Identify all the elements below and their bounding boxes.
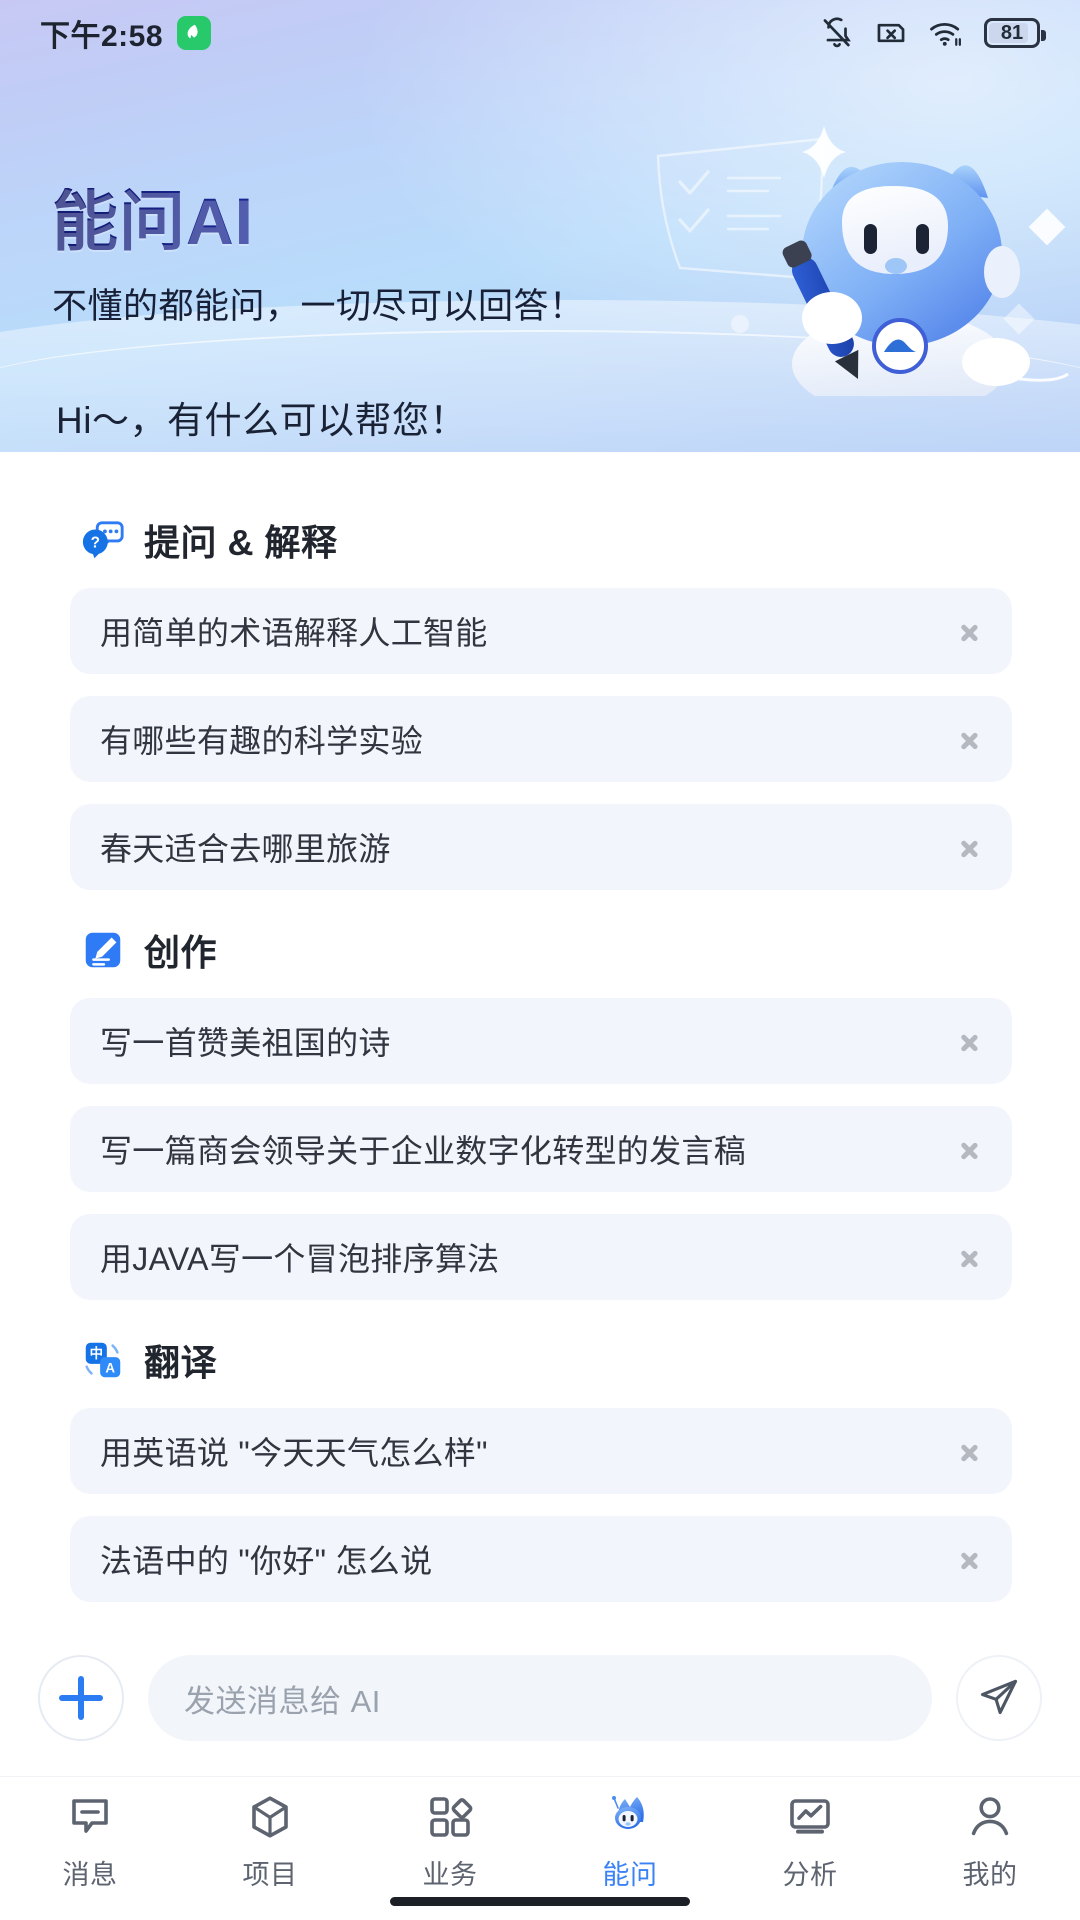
tab-label: 业务 — [422, 1860, 478, 1890]
suggestion-item[interactable]: 写一篇商会领导关于企业数字化转型的发言稿 — [70, 1106, 1012, 1192]
section-header-create: 创作 — [80, 924, 1012, 976]
svg-text:?: ? — [91, 535, 100, 552]
chevron-right-icon — [960, 830, 980, 864]
leaf-icon — [177, 16, 212, 50]
tab-ai-assistant[interactable]: 能问 — [540, 1791, 720, 1892]
message-bubble-icon — [66, 1791, 114, 1843]
home-indicator — [390, 1897, 690, 1906]
bell-off-icon — [820, 16, 854, 50]
send-button[interactable] — [956, 1655, 1042, 1741]
suggestion-item[interactable]: 写一首赞美祖国的诗 — [70, 998, 1012, 1084]
plus-icon — [59, 1676, 103, 1720]
suggestion-label: 法语中的 "你好" 怎么说 — [100, 1543, 433, 1579]
wifi-icon — [928, 16, 964, 50]
suggestion-item[interactable]: 有哪些有趣的科学实验 — [70, 696, 1012, 782]
message-input[interactable]: 发送消息给 AI — [148, 1655, 932, 1741]
message-input-bar: 发送消息给 AI — [0, 1628, 1080, 1768]
svg-text:A: A — [105, 1360, 115, 1375]
suggestion-label: 用简单的术语解释人工智能 — [100, 615, 488, 651]
tab-label: 分析 — [782, 1860, 838, 1890]
suggestion-label: 春天适合去哪里旅游 — [100, 831, 391, 867]
suggestion-item[interactable]: 用JAVA写一个冒泡排序算法 — [70, 1214, 1012, 1300]
robot-mascot-icon — [605, 1791, 655, 1843]
suggestion-label: 有哪些有趣的科学实验 — [100, 723, 424, 759]
chart-monitor-icon — [786, 1791, 834, 1843]
section-header-translate: 中 A 翻译 — [80, 1334, 1012, 1386]
page-title: 能问AI — [52, 188, 585, 254]
question-chat-icon: ? — [80, 517, 126, 563]
section-header-ask: ? 提问 & 解释 — [80, 514, 1012, 566]
person-icon — [966, 1791, 1014, 1843]
status-bar: 下午2:58 81 — [0, 0, 1080, 66]
chevron-right-icon — [960, 1434, 980, 1468]
tab-label: 消息 — [62, 1860, 118, 1890]
battery-icon: 81 — [984, 18, 1046, 48]
chevron-right-icon — [960, 1240, 980, 1274]
sim-card-x-icon — [874, 16, 908, 50]
status-time: 下午2:58 — [40, 20, 164, 53]
suggestion-label: 用JAVA写一个冒泡排序算法 — [100, 1241, 500, 1277]
brand-block: 能问AI 不懂的都能问，一切尽可以回答！ — [52, 188, 585, 329]
section-title: 翻译 — [144, 1342, 218, 1383]
suggestion-item[interactable]: 用英语说 "今天天气怎么样" — [70, 1408, 1012, 1494]
greeting-text: Hi～，有什么可以帮您！ — [56, 400, 467, 441]
translate-icon: 中 A — [80, 1337, 126, 1383]
suggestion-label: 写一首赞美祖国的诗 — [100, 1025, 391, 1061]
chevron-right-icon — [960, 614, 980, 648]
battery-level: 81 — [1000, 21, 1024, 44]
grid-diamond-icon — [426, 1791, 474, 1843]
page-subtitle: 不懂的都能问，一切尽可以回答！ — [52, 287, 585, 326]
suggestion-item[interactable]: 用简单的术语解释人工智能 — [70, 588, 1012, 674]
section-title: 创作 — [144, 932, 218, 973]
tab-label: 项目 — [242, 1860, 298, 1890]
add-attachment-button[interactable] — [38, 1655, 124, 1741]
suggestion-item[interactable]: 法语中的 "你好" 怎么说 — [70, 1516, 1012, 1602]
tab-analysis[interactable]: 分析 — [720, 1791, 900, 1892]
message-input-placeholder: 发送消息给 AI — [184, 1683, 381, 1719]
chevron-right-icon — [960, 1132, 980, 1166]
suggestion-label: 用英语说 "今天天气怎么样" — [100, 1435, 488, 1471]
tab-business[interactable]: 业务 — [360, 1791, 540, 1892]
suggestion-item[interactable]: 春天适合去哪里旅游 — [70, 804, 1012, 890]
chevron-right-icon — [960, 1024, 980, 1058]
section-title: 提问 & 解释 — [144, 522, 338, 563]
tab-label: 我的 — [962, 1860, 1018, 1890]
chevron-right-icon — [960, 722, 980, 756]
app-screen: 下午2:58 81 能问AI 不懂的都能问，一切尽可以回答！ Hi～，有什么可以… — [0, 0, 1080, 1920]
svg-text:中: 中 — [90, 1345, 103, 1361]
suggestion-label: 写一篇商会领导关于企业数字化转型的发言稿 — [100, 1133, 747, 1169]
tab-label: 能问 — [602, 1860, 658, 1890]
hero-banner: 下午2:58 81 能问AI 不懂的都能问，一切尽可以回答！ Hi～，有什么可以… — [0, 0, 1080, 452]
robot-mascot-icon — [656, 126, 1069, 396]
cube-icon — [246, 1791, 294, 1843]
tab-projects[interactable]: 项目 — [180, 1791, 360, 1892]
tab-profile[interactable]: 我的 — [900, 1791, 1080, 1892]
chevron-right-icon — [960, 1542, 980, 1576]
suggestions-card: ? 提问 & 解释 用简单的术语解释人工智能 有哪些有趣的科学实验 春天适合去哪… — [36, 470, 1046, 1622]
edit-pencil-icon — [80, 927, 126, 973]
tab-messages[interactable]: 消息 — [0, 1791, 180, 1892]
send-paper-plane-icon — [977, 1674, 1021, 1723]
